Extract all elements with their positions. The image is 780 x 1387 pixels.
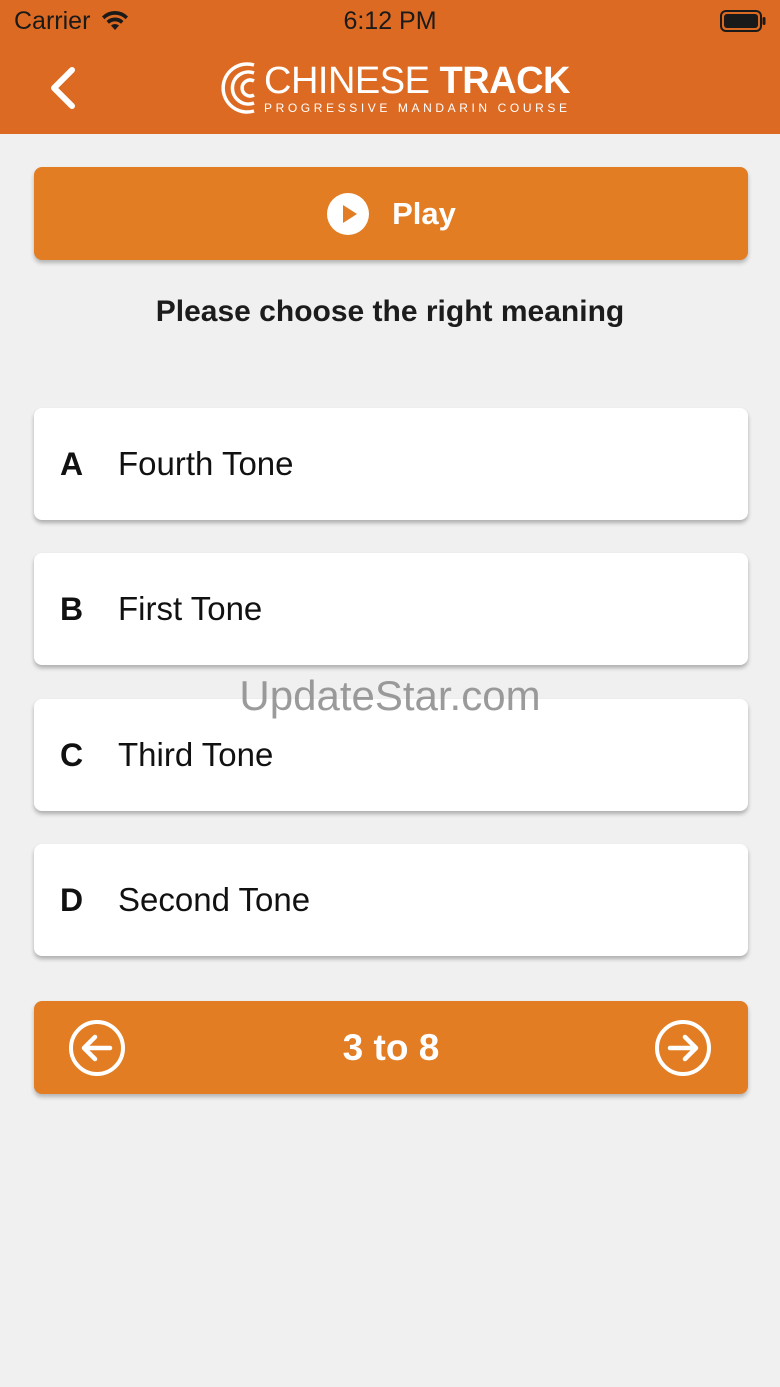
chevron-left-icon — [51, 67, 75, 109]
option-text: Third Tone — [118, 736, 274, 773]
app-header: Carrier 6:12 PM CHINESE TRACK PROGRESSIV… — [0, 0, 780, 134]
option-b[interactable]: B First Tone — [34, 553, 748, 665]
pager-label: 3 to 8 — [342, 1026, 440, 1068]
pager-bar: 3 to 8 — [34, 1001, 748, 1094]
logo-subtitle: PROGRESSIVE MANDARIN COURSE — [264, 101, 571, 115]
battery-icon — [720, 10, 766, 32]
option-text: First Tone — [118, 590, 263, 627]
option-letter: C — [60, 736, 84, 773]
option-letter: B — [60, 590, 84, 627]
option-text: Fourth Tone — [118, 445, 294, 482]
previous-button[interactable] — [68, 1019, 126, 1077]
option-letter: A — [60, 445, 84, 482]
logo-word-chinese: CHINESE — [264, 60, 430, 102]
option-text: Second Tone — [118, 881, 311, 918]
question-prompt: Please choose the right meaning — [155, 295, 625, 328]
option-a[interactable]: A Fourth Tone — [34, 408, 748, 520]
back-button[interactable] — [40, 64, 86, 112]
arrow-left-circle-icon — [69, 1020, 125, 1076]
option-c[interactable]: C Third Tone — [34, 699, 748, 811]
play-button[interactable]: Play — [34, 167, 748, 260]
logo-word-track: TRACK — [439, 60, 570, 102]
play-circle-icon — [327, 192, 370, 235]
logo-rings-icon — [221, 62, 255, 114]
arrow-right-circle-icon — [655, 1020, 711, 1076]
option-letter: D — [60, 881, 84, 918]
status-bar: Carrier 6:12 PM — [0, 0, 780, 44]
chinese-track-logo: CHINESE TRACK PROGRESSIVE MANDARIN COURS… — [210, 50, 580, 126]
status-time: 6:12 PM — [343, 7, 437, 35]
next-button[interactable] — [654, 1019, 712, 1077]
play-label: Play — [392, 195, 456, 231]
option-d[interactable]: D Second Tone — [34, 844, 748, 956]
